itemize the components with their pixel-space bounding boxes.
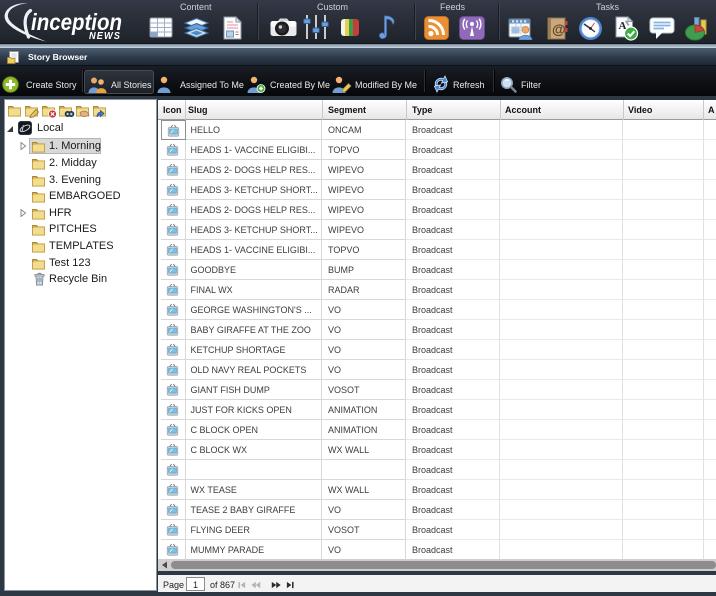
svg-text:NEWS: NEWS <box>89 31 121 42</box>
svg-text:@: @ <box>552 21 566 37</box>
